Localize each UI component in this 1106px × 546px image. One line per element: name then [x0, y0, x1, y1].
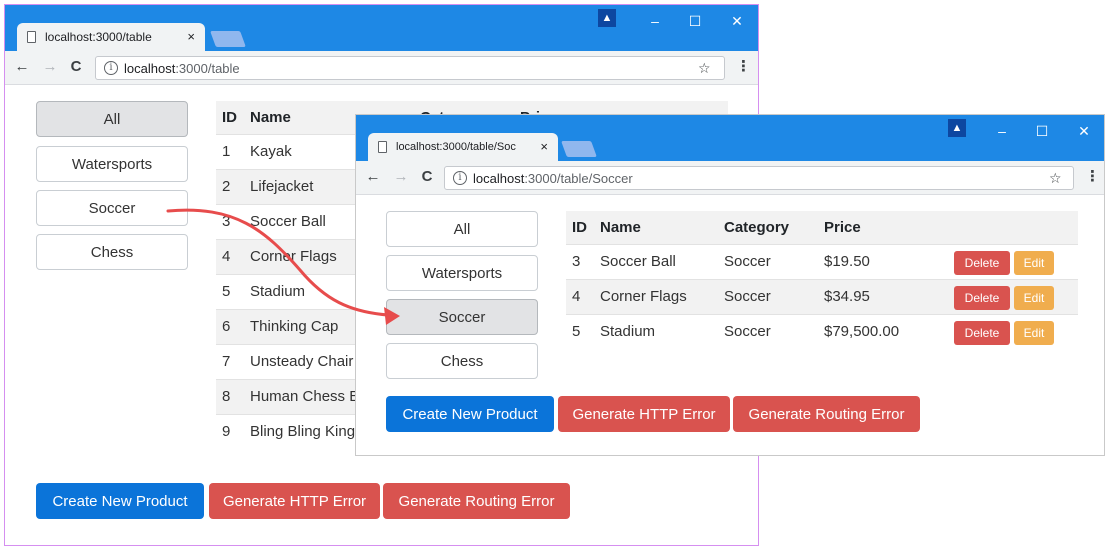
cell-id: 3: [216, 203, 244, 239]
cell-price: $19.50: [818, 243, 928, 279]
table-header-row: ID Name Category Price: [566, 211, 1078, 244]
reload-icon[interactable]: C: [418, 168, 436, 185]
minimize-icon[interactable]: –: [992, 123, 1012, 139]
cell-category: Soccer: [718, 243, 818, 279]
forward-icon[interactable]: →: [392, 168, 410, 185]
minimize-icon[interactable]: –: [645, 13, 665, 29]
category-chess-button[interactable]: Chess: [36, 234, 188, 270]
address-bar[interactable]: i localhost:3000/table ☆: [95, 56, 725, 80]
header-id: ID: [566, 211, 594, 244]
cell-id: 2: [216, 168, 244, 204]
close-icon[interactable]: ✕: [727, 13, 747, 30]
cell-name: Soccer Ball: [594, 243, 718, 279]
close-icon[interactable]: ✕: [1074, 123, 1094, 140]
cell-category: Soccer: [718, 278, 818, 314]
cell-id: 7: [216, 343, 244, 379]
routing-error-button[interactable]: Generate Routing Error: [733, 396, 920, 432]
cell-name: Stadium: [594, 313, 718, 349]
back-icon[interactable]: ←: [13, 58, 31, 75]
header-name: Name: [594, 211, 718, 244]
bookmark-star-icon[interactable]: ☆: [698, 60, 711, 77]
url-host: localhost: [473, 170, 525, 186]
browser-tab[interactable]: localhost:3000/table/Soc ×: [368, 133, 558, 161]
reload-icon[interactable]: C: [67, 58, 85, 75]
cell-category: Soccer: [718, 313, 818, 349]
cell-id: 4: [216, 238, 244, 274]
edit-button[interactable]: Edit: [1014, 286, 1054, 310]
forward-icon[interactable]: →: [41, 58, 59, 75]
edit-button[interactable]: Edit: [1014, 321, 1054, 345]
category-soccer-button[interactable]: Soccer: [36, 190, 188, 226]
tab-close-icon[interactable]: ×: [187, 29, 195, 44]
tab-close-icon[interactable]: ×: [540, 139, 548, 154]
cell-id: 5: [566, 313, 594, 349]
category-soccer-button[interactable]: Soccer: [386, 299, 538, 335]
url-path: :3000/table: [175, 60, 240, 76]
info-icon[interactable]: i: [104, 61, 118, 75]
browser-toolbar: ← → C i localhost:3000/table/Soccer ☆ ⋮: [356, 161, 1104, 195]
http-error-button[interactable]: Generate HTTP Error: [209, 483, 380, 519]
header-price: Price: [818, 211, 928, 244]
browser-toolbar: ← → C i localhost:3000/table ☆ ⋮: [5, 51, 758, 85]
maximize-icon[interactable]: ☐: [685, 13, 705, 30]
menu-icon[interactable]: ⋮: [1085, 167, 1100, 185]
category-chess-button[interactable]: Chess: [386, 343, 538, 379]
delete-button[interactable]: Delete: [954, 251, 1010, 275]
category-watersports-button[interactable]: Watersports: [36, 146, 188, 182]
new-tab-button[interactable]: [210, 31, 246, 47]
maximize-icon[interactable]: ☐: [1032, 123, 1052, 140]
header-id: ID: [216, 101, 244, 134]
category-all-button[interactable]: All: [36, 101, 188, 137]
tab-title: localhost:3000/table: [45, 30, 152, 44]
cell-id: 6: [216, 308, 244, 344]
new-tab-button[interactable]: [561, 141, 597, 157]
header-category: Category: [718, 211, 818, 244]
cell-price: $34.95: [818, 278, 928, 314]
url-path: :3000/table/Soccer: [524, 170, 633, 186]
http-error-button[interactable]: Generate HTTP Error: [558, 396, 730, 432]
cell-id: 3: [566, 243, 594, 279]
cell-id: 5: [216, 273, 244, 309]
menu-icon[interactable]: ⋮: [736, 57, 751, 75]
bookmark-star-icon[interactable]: ☆: [1049, 170, 1062, 187]
cell-name: Corner Flags: [594, 278, 718, 314]
create-product-button[interactable]: Create New Product: [36, 483, 204, 519]
url-host: localhost: [124, 60, 176, 76]
create-product-button[interactable]: Create New Product: [386, 396, 554, 432]
page-icon: [27, 31, 36, 43]
browser-tab[interactable]: localhost:3000/table ×: [17, 23, 205, 51]
category-all-button[interactable]: All: [386, 211, 538, 247]
edit-button[interactable]: Edit: [1014, 251, 1054, 275]
delete-button[interactable]: Delete: [954, 286, 1010, 310]
cell-id: 4: [566, 278, 594, 314]
title-bar: localhost:3000/table × ▲ – ☐ ✕: [5, 5, 758, 51]
delete-button[interactable]: Delete: [954, 321, 1010, 345]
category-watersports-button[interactable]: Watersports: [386, 255, 538, 291]
browser-window-front: localhost:3000/table/Soc × ▲ – ☐ ✕ ← → C…: [355, 114, 1105, 456]
cell-id: 1: [216, 133, 244, 169]
tab-title: localhost:3000/table/Soc: [396, 141, 516, 153]
cell-id: 8: [216, 378, 244, 414]
routing-error-button[interactable]: Generate Routing Error: [383, 483, 570, 519]
cell-id: 9: [216, 413, 244, 449]
address-bar[interactable]: i localhost:3000/table/Soccer ☆: [444, 166, 1074, 190]
back-icon[interactable]: ←: [364, 168, 382, 185]
info-icon[interactable]: i: [453, 171, 467, 185]
cell-price: $79,500.00: [818, 313, 928, 349]
title-bar: localhost:3000/table/Soc × ▲ – ☐ ✕: [356, 115, 1104, 161]
profile-icon[interactable]: ▲: [598, 9, 616, 27]
page-icon: [378, 141, 387, 153]
profile-icon[interactable]: ▲: [948, 119, 966, 137]
header-actions: [928, 211, 1078, 244]
